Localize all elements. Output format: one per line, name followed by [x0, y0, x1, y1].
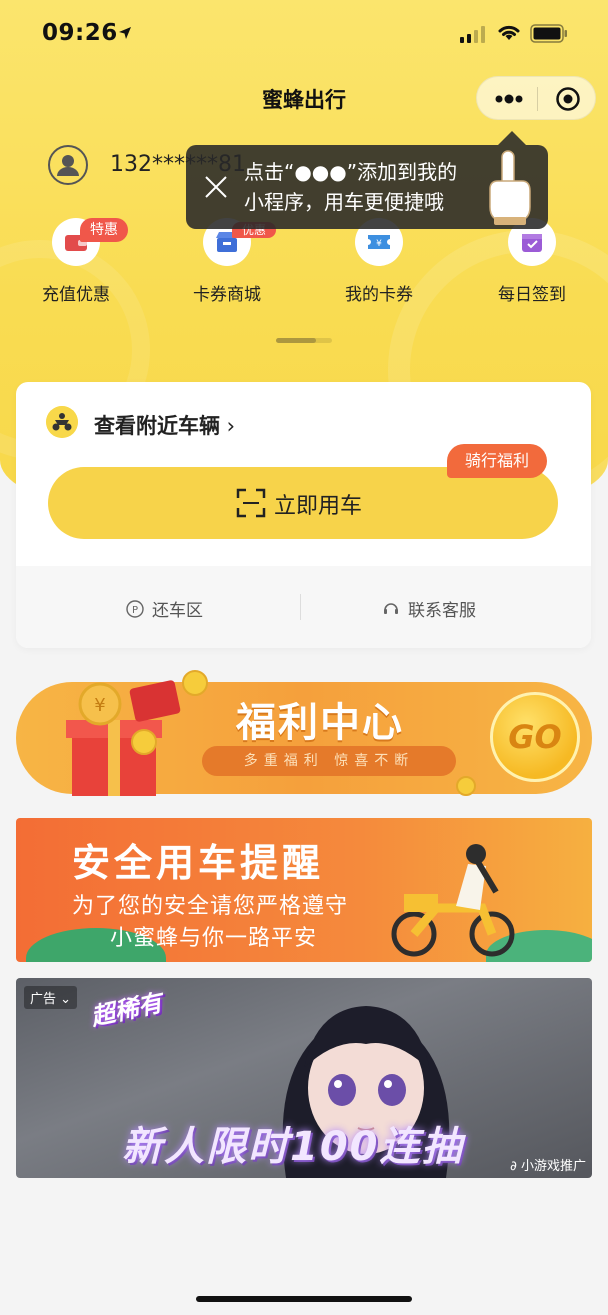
return-area-label: 还车区	[152, 601, 203, 621]
tooltip-line: 点击“●●●”添加到我的	[244, 160, 458, 184]
svg-text:¥: ¥	[376, 239, 382, 249]
game-ad-banner[interactable]: 广告 ⌄ 超稀有 新人限时100连抽 ∂ 小游戏推广	[16, 978, 592, 1178]
ad-label[interactable]: 广告 ⌄	[24, 986, 78, 1009]
quick-action-label: 每日签到	[498, 285, 566, 305]
person-icon	[57, 155, 79, 176]
super-rare-chip: 超稀有	[88, 988, 165, 1032]
quick-action-label: 充值优惠	[42, 285, 110, 305]
welfare-center-banner[interactable]: ¥ 福利中心 多重福利 惊喜不断 GO	[16, 668, 592, 802]
pointing-hand-icon	[489, 150, 531, 225]
close-icon[interactable]	[202, 173, 230, 201]
scooter-rider-illustration	[391, 844, 515, 957]
headset-icon	[384, 602, 398, 614]
return-area-link[interactable]: P 还车区	[126, 596, 203, 621]
home-indicator[interactable]	[196, 1296, 412, 1302]
cellular-signal-icon	[460, 25, 485, 43]
link-icon: ∂	[510, 1159, 521, 1174]
welfare-subtitle: 多重福利 惊喜不断	[202, 746, 456, 776]
close-miniprogram-icon[interactable]	[555, 86, 581, 112]
ride-card-footer: P 还车区 联系客服	[16, 566, 591, 648]
parking-icon: P	[126, 599, 144, 618]
scooter-icon	[46, 406, 78, 438]
safety-reminder-banner[interactable]: 安全用车提醒 为了您的安全请您严格遵守 小蜜蜂与你一路平安	[16, 818, 592, 962]
ride-card: 查看附近车辆 › 立即用车 骑行福利 P 还车区 联系客服	[16, 382, 591, 648]
ad-promo-text: 新人限时100连抽	[122, 1124, 464, 1170]
nearby-label: 查看附近车辆	[94, 414, 220, 438]
chevron-right-icon: ›	[220, 414, 236, 438]
ride-perks-tag[interactable]: 骑行福利	[447, 444, 548, 478]
svg-text:¥: ¥	[94, 695, 105, 716]
use-vehicle-label: 立即用车	[274, 494, 363, 519]
safety-title: 安全用车提醒	[72, 841, 325, 885]
safety-line: 为了您的安全请您严格遵守	[72, 894, 349, 919]
calendar-icon	[522, 234, 542, 252]
svg-text:P: P	[132, 605, 138, 616]
view-nearby-vehicles-link[interactable]: 查看附近车辆 ›	[94, 410, 235, 440]
scan-icon	[236, 488, 266, 518]
ad-source: ∂ 小游戏推广	[510, 1155, 586, 1174]
quick-action-my-coupons[interactable]: ¥ 我的卡券	[314, 218, 444, 305]
quick-actions-pager	[276, 338, 332, 343]
status-time: 09:26	[42, 20, 118, 46]
welfare-title: 福利中心	[236, 700, 404, 746]
location-arrow-icon	[119, 27, 131, 39]
quick-action-daily-checkin[interactable]: 每日签到	[467, 218, 597, 305]
ad-source-label: 小游戏推广	[520, 1159, 586, 1174]
coin-decoration	[456, 776, 476, 796]
gift-box-icon: ¥	[66, 680, 181, 796]
status-bar: 09:26	[0, 0, 608, 68]
safety-line: 小蜜蜂与你一路平安	[110, 926, 318, 951]
coupon-icon: ¥	[368, 235, 390, 249]
coin-decoration	[182, 670, 208, 696]
contact-support-link[interactable]: 联系客服	[382, 596, 476, 621]
battery-icon	[530, 24, 567, 43]
add-to-miniprogram-tooltip: 点击“●●●”添加到我的 小程序，用车更便捷哦	[186, 145, 548, 229]
more-icon[interactable]	[491, 89, 527, 109]
quick-action-label: 卡券商城	[193, 285, 261, 305]
contact-support-label: 联系客服	[408, 601, 476, 621]
wifi-icon	[498, 25, 520, 40]
go-button[interactable]: GO	[490, 692, 580, 782]
user-avatar[interactable]	[48, 145, 88, 185]
quick-action-label: 我的卡券	[345, 285, 413, 305]
miniprogram-capsule	[476, 76, 596, 120]
tooltip-line: 小程序，用车更便捷哦	[244, 190, 444, 214]
promo-badge: 特惠	[80, 218, 128, 242]
